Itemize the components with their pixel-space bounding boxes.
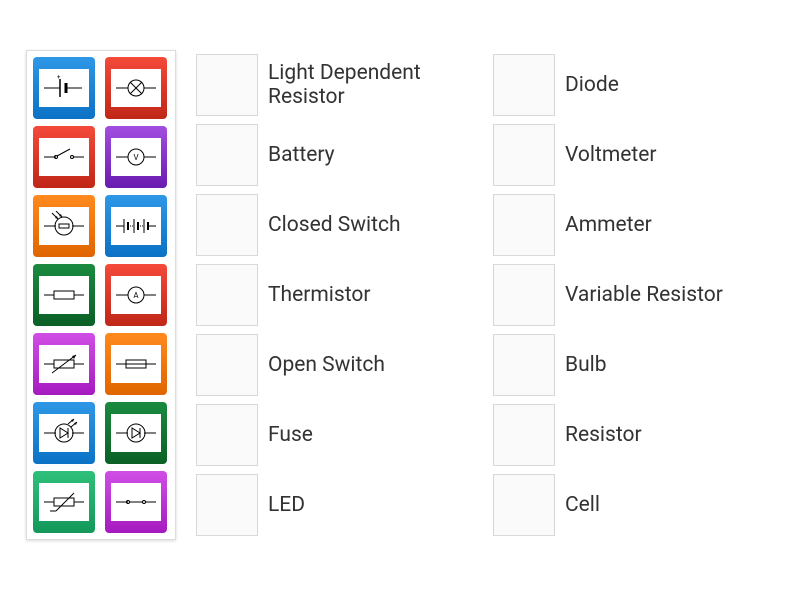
svg-text:V: V xyxy=(133,153,138,162)
answer-diode: Diode xyxy=(493,50,790,120)
answer-label: Variable Resistor xyxy=(565,283,723,307)
dropzone-fuse[interactable] xyxy=(196,404,258,466)
dropzone-led[interactable] xyxy=(196,474,258,536)
dropzone-ldr[interactable] xyxy=(196,54,258,116)
tile-ldr[interactable] xyxy=(33,195,95,257)
tile-resistor[interactable] xyxy=(33,264,95,326)
answer-label: Ammeter xyxy=(565,213,652,237)
answer-open-switch: Open Switch xyxy=(196,330,493,400)
dropzone-battery[interactable] xyxy=(196,124,258,186)
battery-symbol-icon xyxy=(111,207,161,245)
tile-voltmeter[interactable]: V xyxy=(105,126,167,188)
dropzone-ammeter[interactable] xyxy=(493,194,555,256)
tile-open-switch[interactable] xyxy=(33,126,95,188)
ammeter-symbol-icon: A xyxy=(111,276,161,314)
tile-fuse[interactable] xyxy=(105,333,167,395)
answer-label: Cell xyxy=(565,493,600,517)
led-symbol-icon xyxy=(39,414,89,452)
answer-bulb: Bulb xyxy=(493,330,790,400)
svg-text:+: + xyxy=(57,74,61,81)
answer-label: Open Switch xyxy=(268,353,385,377)
answer-ammeter: Ammeter xyxy=(493,190,790,260)
answer-label: Closed Switch xyxy=(268,213,401,237)
tile-cell[interactable]: + xyxy=(33,57,95,119)
tile-bulb[interactable] xyxy=(105,57,167,119)
answer-resistor: Resistor xyxy=(493,400,790,470)
resistor-symbol-icon xyxy=(39,276,89,314)
answer-label: Thermistor xyxy=(268,283,370,307)
dropzone-closed-switch[interactable] xyxy=(196,194,258,256)
answer-voltmeter: Voltmeter xyxy=(493,120,790,190)
answer-label: Light Dependent Resistor xyxy=(268,61,468,109)
answer-led: LED xyxy=(196,470,493,540)
answer-battery: Battery xyxy=(196,120,493,190)
answer-label: Bulb xyxy=(565,353,607,377)
answer-variable-res: Variable Resistor xyxy=(493,260,790,330)
tile-ammeter[interactable]: A xyxy=(105,264,167,326)
answer-closed-switch: Closed Switch xyxy=(196,190,493,260)
answer-label: Diode xyxy=(565,73,619,97)
open-switch-symbol-icon xyxy=(39,138,89,176)
thermistor-symbol-icon xyxy=(39,483,89,521)
dropzone-diode[interactable] xyxy=(493,54,555,116)
ldr-symbol-icon xyxy=(39,207,89,245)
tile-led[interactable] xyxy=(33,402,95,464)
dropzone-thermistor[interactable] xyxy=(196,264,258,326)
dropzone-resistor[interactable] xyxy=(493,404,555,466)
tile-closed-switch[interactable] xyxy=(105,471,167,533)
answer-label: Fuse xyxy=(268,423,313,447)
answer-fuse: Fuse xyxy=(196,400,493,470)
dropzone-bulb[interactable] xyxy=(493,334,555,396)
answer-label: Resistor xyxy=(565,423,642,447)
svg-text:A: A xyxy=(133,291,139,300)
tile-variable-res[interactable] xyxy=(33,333,95,395)
cell-symbol-icon: + xyxy=(39,69,89,107)
dropzone-variable-res[interactable] xyxy=(493,264,555,326)
dropzone-open-switch[interactable] xyxy=(196,334,258,396)
dropzone-voltmeter[interactable] xyxy=(493,124,555,186)
fuse-symbol-icon xyxy=(111,345,161,383)
dropzone-cell[interactable] xyxy=(493,474,555,536)
answer-thermistor: Thermistor xyxy=(196,260,493,330)
diode-symbol-icon xyxy=(111,414,161,452)
tile-battery[interactable] xyxy=(105,195,167,257)
answer-label: Battery xyxy=(268,143,335,167)
answer-grid: Light Dependent Resistor Diode Battery Volt… xyxy=(196,50,800,540)
answer-cell: Cell xyxy=(493,470,790,540)
variable-resistor-symbol-icon xyxy=(39,345,89,383)
symbol-palette: + V A xyxy=(26,50,176,540)
bulb-symbol-icon xyxy=(111,69,161,107)
answer-ldr: Light Dependent Resistor xyxy=(196,50,493,120)
answer-label: LED xyxy=(268,493,305,517)
tile-thermistor[interactable] xyxy=(33,471,95,533)
closed-switch-symbol-icon xyxy=(111,483,161,521)
tile-diode[interactable] xyxy=(105,402,167,464)
voltmeter-symbol-icon: V xyxy=(111,138,161,176)
answer-label: Voltmeter xyxy=(565,143,657,167)
